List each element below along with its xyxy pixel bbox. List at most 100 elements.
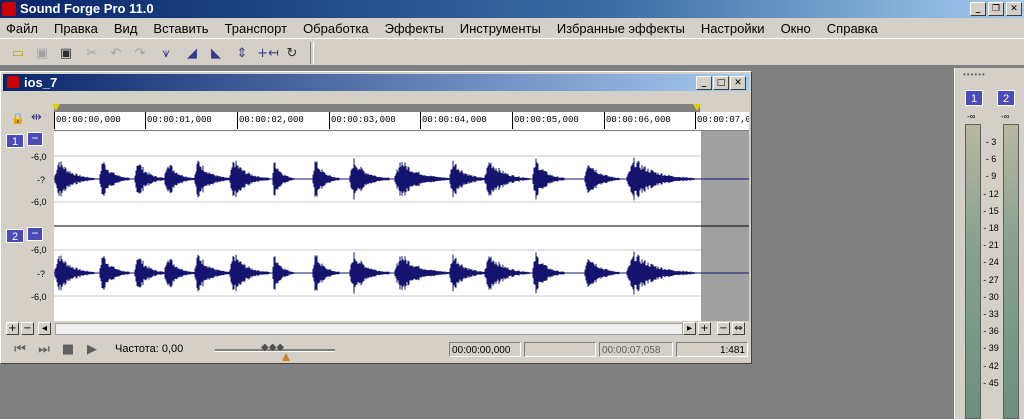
doc-maximize-button[interactable]: □ <box>713 76 729 90</box>
selection-field[interactable] <box>524 342 596 357</box>
scroll-left-button[interactable]: ◂ <box>38 322 51 335</box>
insert-icon[interactable]: +↤ <box>257 43 279 63</box>
undo-icon[interactable]: ↶ <box>106 43 126 63</box>
meter-channel-1-button[interactable]: 1 <box>965 90 983 106</box>
menu-bar: Файл Правка Вид Вставить Транспорт Обраб… <box>0 18 1024 38</box>
channel-1-button[interactable]: 1 <box>6 134 24 148</box>
start-marker[interactable] <box>52 104 60 111</box>
channel-strip: 🔒 ⇹ 1 − -6,0 -? -6,0 2 − -6,0 -? -6,0 <box>3 92 53 322</box>
document-icon <box>7 76 19 88</box>
document-window: ios_7 _ □ ✕ 🔒 ⇹ 1 − -6,0 -? -6,0 2 − -6,… <box>0 71 752 364</box>
horizontal-scrollbar: + − ◂ ▸ + − ⇔ <box>3 322 749 336</box>
menu-tools[interactable]: Инструменты <box>460 21 541 36</box>
overview-bar[interactable] <box>54 104 700 112</box>
normalize-icon[interactable]: ⩛ <box>156 43 176 63</box>
menu-process[interactable]: Обработка <box>303 21 369 36</box>
grip-icon[interactable]: •••••• <box>963 70 986 79</box>
ruler-label: 00:00:03,000 <box>331 115 396 125</box>
play-icon[interactable]: ▶ <box>83 341 101 359</box>
zoom-in-button[interactable]: + <box>698 322 711 335</box>
meter-scale-label: - 24 <box>983 257 999 268</box>
ruler-tick <box>237 112 238 129</box>
ruler-label: 00:00:04,000 <box>422 115 487 125</box>
minimize-button[interactable]: _ <box>970 2 986 16</box>
meter-scale-label: - 15 <box>983 205 999 216</box>
menu-transport[interactable]: Транспорт <box>225 21 288 36</box>
doc-minimize-button[interactable]: _ <box>696 76 712 90</box>
level-meter-panel: •••••• 1 2 -∞ -∞ - 3 - 6 - 9 - 12 - 15 - 18 - … <box>954 68 1024 419</box>
ch2-db-bottom: -6,0 <box>31 292 47 302</box>
menu-insert[interactable]: Вставить <box>153 21 208 36</box>
meter-scale-label: - 39 <box>983 343 999 354</box>
time-ruler[interactable]: 00:00:00,000 00:00:01,000 00:00:02,000 0… <box>54 112 749 131</box>
fade-in-icon[interactable]: ◢ <box>182 43 202 63</box>
meter-scale-label: - 3 <box>985 137 997 147</box>
menu-help[interactable]: Справка <box>827 21 878 36</box>
menu-file[interactable]: Файл <box>6 21 38 36</box>
menu-favorite-effects[interactable]: Избранные эффекты <box>557 21 685 36</box>
open-icon[interactable]: ▭ <box>8 43 28 63</box>
waveform-area[interactable] <box>54 131 749 321</box>
trim-icon[interactable]: ⇕ <box>232 43 252 63</box>
channel-2-button[interactable]: 2 <box>6 229 24 243</box>
zoom-fit-button[interactable]: ⇔ <box>732 322 745 335</box>
channel-1-waveform <box>54 157 749 201</box>
lock-icon[interactable]: 🔒 <box>11 112 25 125</box>
redo-icon[interactable]: ↷ <box>130 43 150 63</box>
slider-marker-icon <box>282 353 290 361</box>
zoom-out-vertical-button[interactable]: − <box>21 322 34 335</box>
menu-options[interactable]: Настройки <box>701 21 765 36</box>
frequency-label: Частота: 0,00 <box>115 343 184 355</box>
meter-scale-label: - 12 <box>983 188 999 199</box>
meter-scale-label: - 9 <box>985 171 997 182</box>
cut-icon[interactable]: ✂ <box>82 43 102 63</box>
menu-effects[interactable]: Эффекты <box>385 21 444 36</box>
ruler-tick <box>695 112 696 129</box>
document-title-bar[interactable]: ios_7 _ □ ✕ <box>3 74 749 91</box>
zoom-ratio-field[interactable]: 1:481 <box>676 342 748 357</box>
ruler-label: 00:00:02,000 <box>239 115 304 125</box>
scroll-right-button[interactable]: ▸ <box>683 322 696 335</box>
meter-bar-1 <box>965 124 981 419</box>
app-icon <box>2 2 16 16</box>
ruler-label: 00:00:00,000 <box>56 115 121 125</box>
channel-2-minimize[interactable]: − <box>27 227 43 241</box>
ch1-db-mid: -? <box>37 175 46 185</box>
go-to-end-icon[interactable]: ⏭ <box>35 341 53 359</box>
split-icon[interactable]: ⇹ <box>31 110 42 125</box>
scroll-track[interactable] <box>55 323 683 335</box>
meter-scale-label: - 18 <box>983 223 999 233</box>
meter-scale-label: - 45 <box>983 377 999 388</box>
go-to-start-icon[interactable]: ⏮ <box>11 341 29 359</box>
meter-scale-label: - 27 <box>983 274 999 285</box>
ch1-db-bottom: -6,0 <box>31 197 47 207</box>
meter-channel-2-button[interactable]: 2 <box>997 90 1015 106</box>
restore-button[interactable]: ❐ <box>988 2 1004 16</box>
menu-edit[interactable]: Правка <box>54 21 98 36</box>
meter-scale-label: - 21 <box>983 240 999 251</box>
meter-scale-label: - 30 <box>983 291 999 302</box>
menu-view[interactable]: Вид <box>114 21 138 36</box>
channel-1-minimize[interactable]: − <box>27 132 43 146</box>
repeat-icon[interactable]: ↻ <box>282 43 302 63</box>
ruler-label: 00:00:01,000 <box>147 115 212 125</box>
fade-out-icon[interactable]: ◣ <box>206 43 226 63</box>
toolbar-separator <box>310 42 314 64</box>
meter-peak-1: -∞ <box>967 112 976 121</box>
stop-icon[interactable]: ■ <box>59 341 77 359</box>
ruler-tick <box>145 112 146 129</box>
close-button[interactable]: ✕ <box>1006 2 1022 16</box>
zoom-out-button[interactable]: − <box>717 322 730 335</box>
overview-bar-empty <box>700 104 748 112</box>
zoom-in-vertical-button[interactable]: + <box>6 322 19 335</box>
doc-close-button[interactable]: ✕ <box>730 76 746 90</box>
document-title: ios_7 <box>24 75 58 90</box>
ch2-db-mid: -? <box>37 269 46 279</box>
length-field[interactable]: 00:00:07,058 <box>599 342 673 357</box>
ruler-tick <box>604 112 605 129</box>
menu-window[interactable]: Окно <box>781 21 811 36</box>
save-as-icon[interactable]: ▣ <box>56 43 76 63</box>
cursor-position-field[interactable]: 00:00:00,000 <box>449 342 521 357</box>
end-marker[interactable] <box>693 104 701 111</box>
save-icon[interactable]: ▣ <box>32 43 52 63</box>
